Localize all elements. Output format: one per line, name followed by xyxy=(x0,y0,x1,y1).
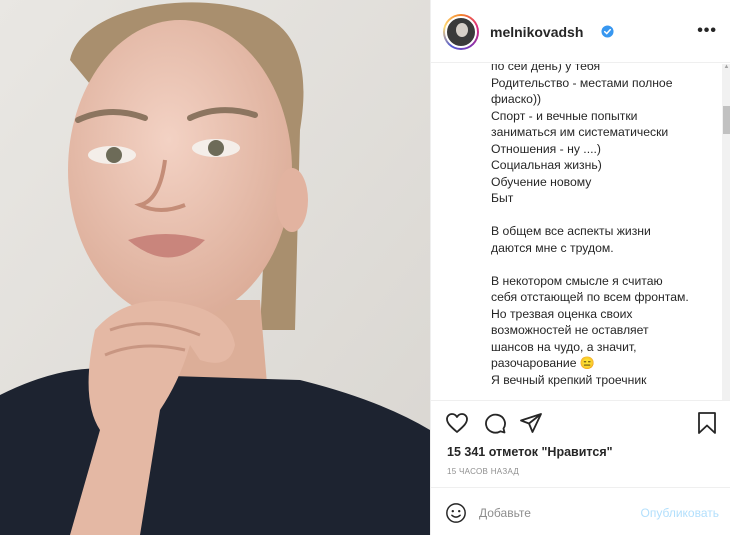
emoji-icon[interactable] xyxy=(445,502,467,524)
caption-line: возможностей не оставляет xyxy=(491,323,649,337)
username-link[interactable]: melnikovadsh xyxy=(490,24,583,40)
caption-scroll-area[interactable]: по сей день) у тебя Родительство - местам… xyxy=(431,64,730,400)
caption-blank-line xyxy=(491,256,723,273)
share-icon[interactable] xyxy=(519,411,543,435)
caption-line: Быт xyxy=(491,191,514,205)
caption-line: по сей день) у тебя xyxy=(491,64,601,73)
scroll-up-arrow-icon[interactable]: ▲ xyxy=(723,64,730,70)
caption-line: себя отстающей по всем фронтам. xyxy=(491,290,689,304)
caption-line: фиаско)) xyxy=(491,92,542,106)
caption-line: В общем все аспекты жизни xyxy=(491,224,651,238)
post-header: melnikovadsh ••• xyxy=(431,0,730,63)
likes-count[interactable]: 15 341 отметок "Нравится" xyxy=(447,445,613,459)
post-photo[interactable] xyxy=(0,0,430,535)
comment-input[interactable] xyxy=(479,503,619,523)
caption-blank-line xyxy=(491,207,723,224)
post-actions: 15 341 отметок "Нравится" 15 ЧАСОВ НАЗАД xyxy=(431,400,730,486)
caption-line: даются мне с трудом. xyxy=(491,240,614,255)
post-panel: melnikovadsh ••• по сей день) у тебя Роди… xyxy=(430,0,730,535)
scrollbar[interactable]: ▲ xyxy=(722,64,730,400)
comment-icon[interactable] xyxy=(483,411,507,435)
verified-badge-icon xyxy=(601,25,614,38)
caption-line: Обучение новому xyxy=(491,174,592,189)
caption-text: по сей день) у тебя Родительство - местам… xyxy=(491,64,723,388)
publish-button[interactable]: Опубликовать xyxy=(641,506,719,520)
caption-line: разочарование 😑 xyxy=(491,356,596,370)
heart-icon[interactable] xyxy=(445,411,469,435)
caption-line: Отношения - ну ....) xyxy=(491,141,601,156)
caption-line: шансов на чудо, а значит, xyxy=(491,339,637,354)
more-options-button[interactable]: ••• xyxy=(697,22,717,40)
scrollbar-thumb[interactable] xyxy=(723,106,730,134)
avatar-image xyxy=(445,16,477,48)
caption-line: Родительство - местами полное xyxy=(491,75,673,90)
bookmark-icon[interactable] xyxy=(695,411,719,435)
caption-line: Я вечный крепкий троечник xyxy=(491,372,647,387)
comment-box: Опубликовать xyxy=(431,487,730,535)
caption-line: Спорт - и вечные попытки xyxy=(491,108,638,123)
portrait-image xyxy=(0,0,430,535)
caption-line: заниматься им систематически xyxy=(491,125,669,139)
caption-line: Но трезвая оценка своих xyxy=(491,306,633,321)
post-timestamp[interactable]: 15 ЧАСОВ НАЗАД xyxy=(447,467,519,476)
caption-line: Социальная жизнь) xyxy=(491,158,602,172)
avatar[interactable] xyxy=(443,14,479,50)
caption-line: В некотором смысле я считаю xyxy=(491,273,663,288)
